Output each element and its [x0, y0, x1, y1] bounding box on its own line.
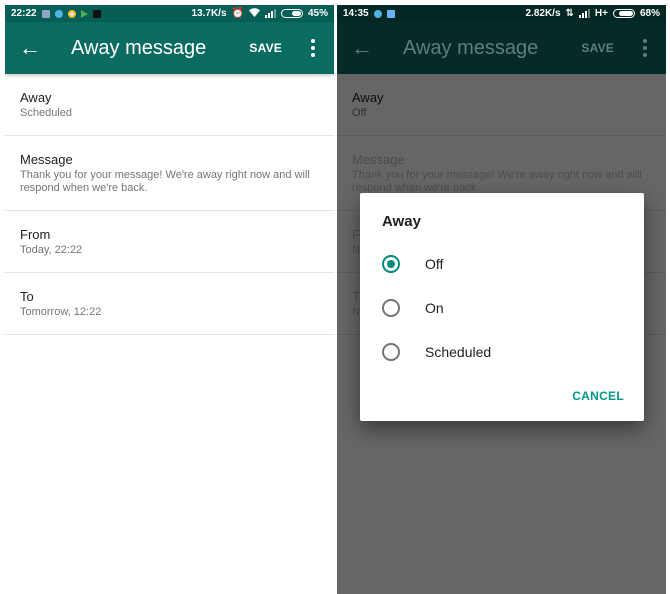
battery-icon [280, 9, 303, 18]
chat-bubble-icon [54, 9, 63, 18]
setting-value: Thank you for your message! We're away r… [20, 169, 310, 194]
app-toolbar: ← Away message SAVE [5, 22, 334, 74]
radio-option-scheduled[interactable]: Scheduled [382, 337, 622, 367]
option-label: Off [425, 256, 444, 272]
option-label: On [425, 300, 444, 316]
settings-list: Away Scheduled Message Thank you for you… [5, 74, 334, 335]
page-title: Away message [71, 36, 207, 59]
battery-percent: 45% [307, 8, 328, 19]
message-icon [386, 9, 395, 18]
status-time: 14:35 [343, 8, 369, 19]
net-speed: 13.7K/s [191, 8, 227, 19]
app-icon [92, 9, 101, 18]
save-button[interactable]: SAVE [249, 41, 282, 55]
option-label: Scheduled [425, 344, 492, 360]
setting-value: Tomorrow, 12:22 [20, 306, 102, 318]
chrome-icon [67, 9, 76, 18]
dialog-title: Away [382, 213, 421, 230]
setting-to[interactable]: To Tomorrow, 12:22 [5, 273, 334, 335]
radio-unchecked-icon[interactable] [382, 299, 400, 317]
network-type: H+ [594, 8, 608, 19]
gallery-icon [41, 9, 50, 18]
wifi-icon [248, 7, 260, 20]
radio-option-on[interactable]: On [382, 293, 622, 323]
save-button: SAVE [581, 41, 614, 55]
setting-from[interactable]: From Today, 22:22 [5, 211, 334, 273]
away-options-dialog: Away Off On Scheduled CANCEL [360, 193, 644, 421]
setting-away[interactable]: Away Scheduled [5, 74, 334, 136]
setting-message[interactable]: Message Thank you for your message! We'r… [5, 136, 334, 211]
app-toolbar: ← Away message SAVE [337, 22, 666, 74]
setting-label: Message [20, 152, 73, 167]
setting-value: Scheduled [20, 107, 72, 119]
radio-option-off[interactable]: Off [382, 249, 622, 279]
status-bar: 22:22 13.7K/s ⏰ 45% [5, 5, 334, 22]
arrow-back-icon: ← [351, 35, 373, 60]
chat-bubble-icon [373, 9, 382, 18]
data-transfer-icon: ⇅ [565, 8, 574, 19]
away-mode-dialog-screen: 14:35 2.82K/s ⇅ H+ 68% ← Away message SA… [337, 5, 666, 594]
signal-icon [264, 9, 276, 18]
alarm-icon: ⏰ [231, 8, 244, 19]
radio-unchecked-icon[interactable] [382, 343, 400, 361]
battery-percent: 68% [639, 8, 660, 19]
arrow-back-icon[interactable]: ← [5, 35, 55, 61]
setting-label: From [20, 227, 51, 242]
more-vert-icon [636, 39, 654, 57]
status-time: 22:22 [11, 8, 37, 19]
status-bar: 14:35 2.82K/s ⇅ H+ 68% [337, 5, 666, 22]
away-message-screen: 22:22 13.7K/s ⏰ 45% ← Away message SAVE … [5, 5, 334, 594]
more-vert-icon[interactable] [304, 39, 322, 57]
page-title: Away message [403, 36, 539, 59]
setting-label: To [20, 289, 34, 304]
radio-checked-icon[interactable] [382, 255, 400, 273]
signal-icon [578, 9, 590, 18]
play-store-icon [80, 9, 88, 18]
net-speed: 2.82K/s [525, 8, 561, 19]
setting-label: Away [20, 90, 52, 105]
setting-value: Today, 22:22 [20, 244, 83, 256]
battery-icon [612, 9, 635, 18]
cancel-button[interactable]: CANCEL [572, 389, 624, 403]
